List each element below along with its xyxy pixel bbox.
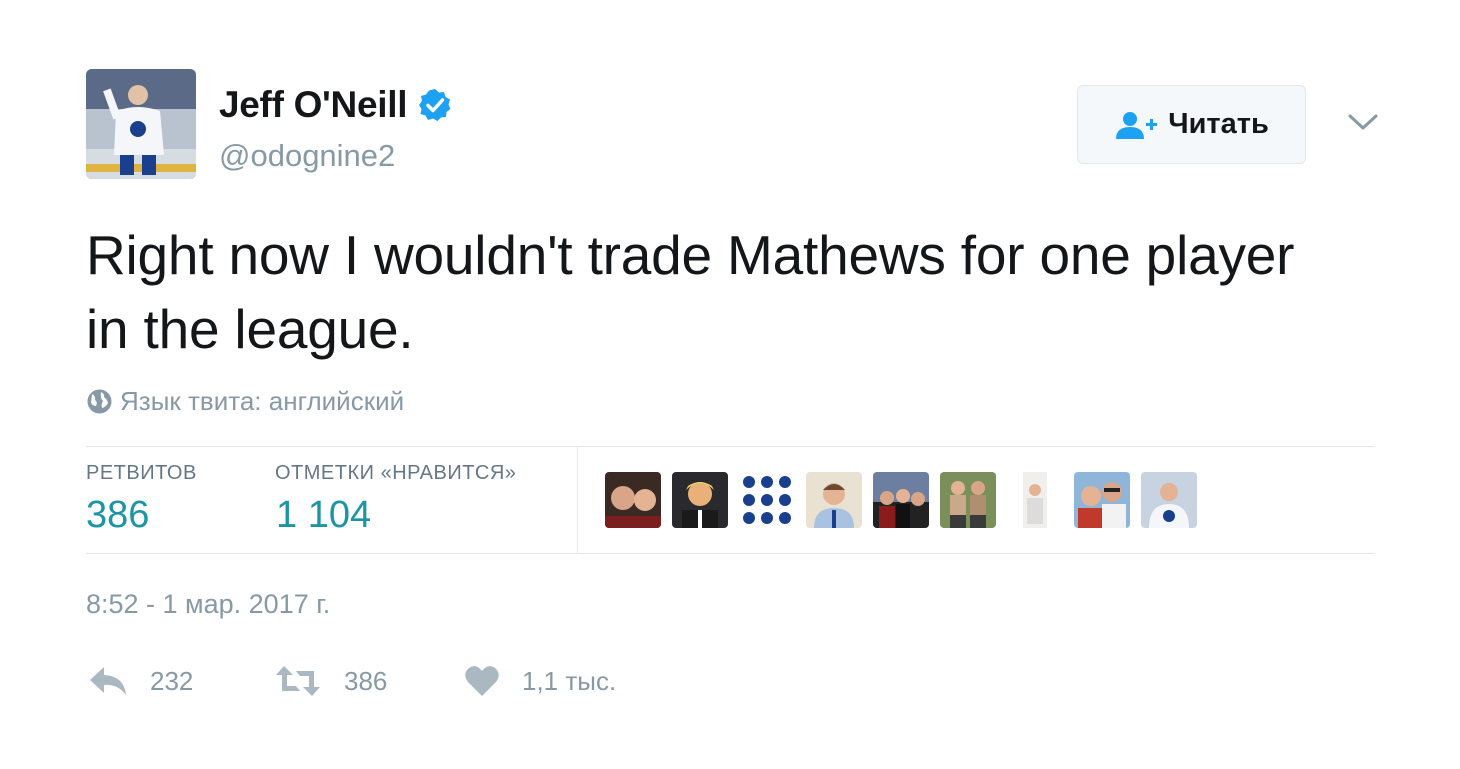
liker-avatar[interactable] [605,472,661,528]
liker-avatar-icon [1007,472,1063,528]
like-button[interactable]: 1,1 тыс. [464,664,616,698]
tweet-card: Jeff O'Neill @odognine2 Читать Right now… [0,0,1460,769]
liker-avatar[interactable] [1007,472,1063,528]
liker-avatar[interactable] [1141,472,1197,528]
liker-avatar-icon [605,472,661,528]
retweet-button[interactable]: 386 [274,664,387,698]
liker-avatar[interactable] [873,472,929,528]
globe-icon [87,389,112,414]
liker-avatar-icon [1074,472,1130,528]
retweets-count[interactable]: 386 [86,494,149,537]
retweet-count: 386 [344,665,388,696]
liker-avatar[interactable] [1074,472,1130,528]
liker-avatar[interactable] [940,472,996,528]
verified-badge-icon [419,89,451,121]
tweet-language: Язык твита: английский [86,386,404,417]
author-name-row[interactable]: Jeff O'Neill [219,84,453,126]
heart-icon [465,666,499,696]
liker-avatar[interactable] [739,472,795,528]
liker-avatar-icon [739,472,795,528]
stats-divider-bottom [86,553,1375,554]
liker-avatar-icon [806,472,862,528]
liker-avatar-icon [940,472,996,528]
retweets-label: РЕТВИТОВ [86,462,197,484]
author-handle[interactable]: @odognine2 [219,138,395,174]
reply-button[interactable]: 232 [88,664,193,698]
avatar-player-icon [86,69,196,179]
follow-button-label: Читать [1168,108,1269,140]
stats-separator [577,447,578,553]
language-note: Язык твита: английский [120,386,405,416]
display-name[interactable]: Jeff O'Neill [219,84,408,126]
liker-avatar-icon [672,472,728,528]
liker-avatars [605,472,1208,528]
reply-icon [90,667,126,695]
follow-button[interactable]: Читать [1077,85,1306,164]
chevron-down-icon[interactable] [1346,110,1380,134]
retweet-icon [276,666,320,696]
likes-count[interactable]: 1 104 [276,494,371,537]
tweet-text: Right now I wouldn't trade Mathews for o… [86,224,1295,360]
liker-avatar-icon [1141,472,1197,528]
reply-count: 232 [150,665,194,696]
likes-label: ОТМЕТКИ «НРАВИТСЯ» [275,462,517,484]
liker-avatar[interactable] [672,472,728,528]
liker-avatar[interactable] [806,472,862,528]
follow-user-icon [1116,111,1158,139]
avatar[interactable] [86,69,196,179]
stats-divider-top [86,446,1375,447]
liker-avatar-icon [873,472,929,528]
tweet-timestamp[interactable]: 8:52 - 1 мар. 2017 г. [86,589,330,620]
like-count: 1,1 тыс. [522,665,617,696]
